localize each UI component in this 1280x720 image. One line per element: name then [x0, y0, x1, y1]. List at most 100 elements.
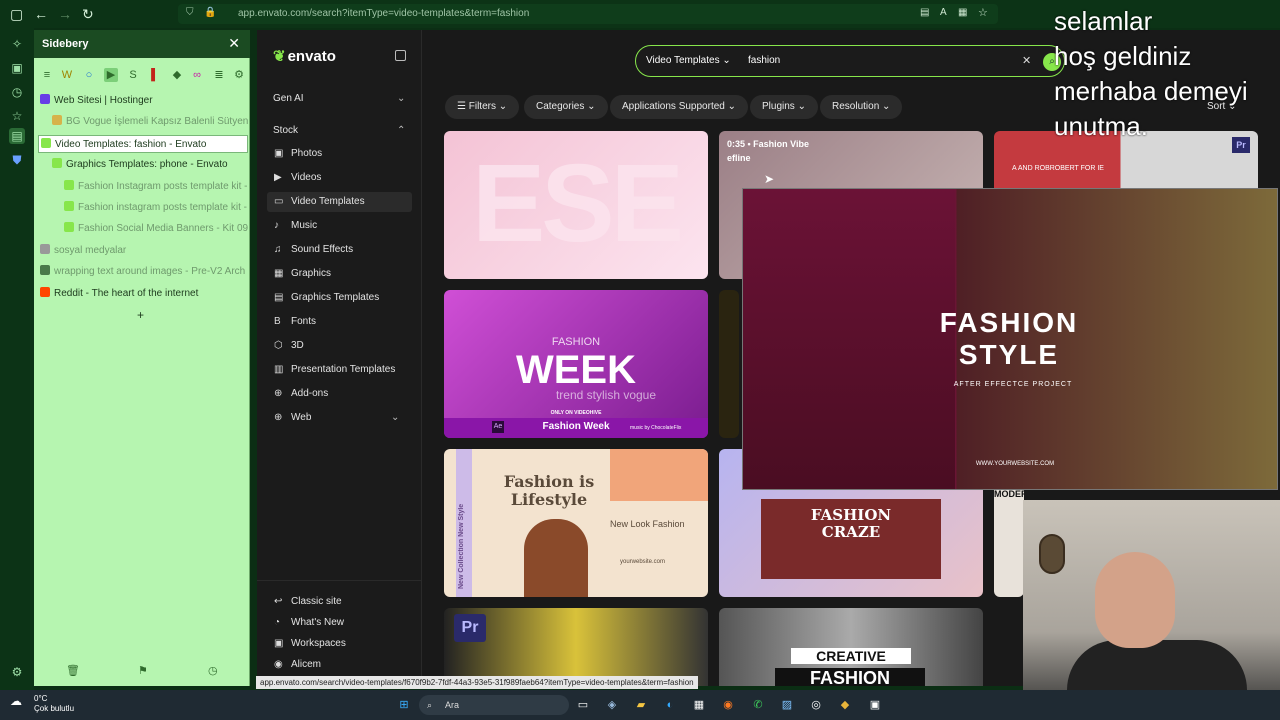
bitwarden-icon[interactable]: ⛊ [9, 152, 25, 168]
webcam-feed [1023, 500, 1280, 720]
resolution-button[interactable]: Resolution ⌄ [820, 95, 903, 119]
plugins-button[interactable]: Plugins ⌄ [750, 95, 818, 119]
nav-item[interactable]: ▣ Photos [267, 144, 412, 164]
task-view-icon[interactable]: ▭ [574, 696, 592, 714]
firefox-icon[interactable]: ◉ [719, 696, 737, 714]
nav-stock[interactable]: Stock ⌃ [273, 125, 405, 136]
nav-bottom-item[interactable]: ◉ Alicem [267, 655, 412, 675]
panel-s-icon[interactable]: S [126, 68, 140, 82]
history-panel-icon[interactable]: ▣ [9, 60, 25, 76]
nav-bottom-item[interactable]: ▣ Workspaces [267, 634, 412, 654]
address-bar[interactable]: ⛉ 🔒 app.envato.com/search?itemType=video… [178, 4, 998, 24]
nav-item[interactable]: ⊕ Web ⌄ [267, 408, 412, 428]
sidebery-tab[interactable]: Video Templates: fashion - Envato [38, 135, 248, 153]
nav-item[interactable]: ▭ Video Templates [267, 192, 412, 212]
store-icon[interactable]: ▦ [690, 696, 708, 714]
nav-item-icon: ⬡ [274, 340, 283, 351]
obs-icon[interactable]: ◎ [807, 696, 825, 714]
template-card-lifestyle[interactable]: New Collection New Style Fashion is Life… [444, 449, 708, 597]
video-hover-preview[interactable]: FASHION STYLE AFTER EFFECTCE PROJECT WWW.… [742, 188, 1278, 490]
template-card-trendy[interactable]: Pr [444, 608, 708, 686]
ai-icon[interactable]: ✧ [9, 36, 25, 52]
photos-icon[interactable]: ▨ [778, 696, 796, 714]
nav-item[interactable]: ▤ Graphics Templates [267, 288, 412, 308]
sidebery-tab-label: Graphics Templates: phone - Envato [66, 159, 228, 170]
edge-icon[interactable]: ◐ [661, 696, 679, 714]
nav-gen-ai[interactable]: Gen AI ⌄ [273, 93, 405, 104]
clear-search-icon[interactable]: ✕ [1022, 54, 1031, 67]
sidebery-tab[interactable]: wrapping text around images - Pre-V2 Arc… [38, 263, 248, 281]
panel-o-icon[interactable]: ○ [82, 68, 96, 82]
whatsapp-icon[interactable]: ✆ [749, 696, 767, 714]
sidebery-header: Sidebery ✕ [34, 30, 250, 58]
nav-item[interactable]: ▦ Graphics [267, 264, 412, 284]
sidebery-tab[interactable]: Graphics Templates: phone - Envato [38, 156, 248, 174]
sidebery-tab-label: Fashion Social Media Banners - Kit 09 - … [78, 223, 248, 234]
bookmark-icon[interactable]: ⚑ [138, 664, 148, 677]
forward-icon[interactable]: → [58, 6, 72, 22]
collapse-sidebar-icon[interactable] [395, 50, 406, 61]
nav-item[interactable]: ⊕ Add-ons [267, 384, 412, 404]
bookmark-star-icon[interactable]: ☆ [978, 6, 988, 19]
extensions-icon[interactable]: ▦ [958, 7, 967, 18]
nav-bottom-item[interactable]: ◔ What's New [267, 613, 412, 633]
sidebery-tab[interactable]: Fashion Instagram posts template kit - 1 [38, 178, 248, 196]
template-card-creative[interactable]: CREATIVE FASHION [719, 608, 983, 686]
sidebery-tab[interactable]: BG Vogue İşlemeli Kapsız Balenli Sütyen … [38, 113, 248, 131]
preview-url: WWW.YOURWEBSITE.COM [975, 461, 1055, 467]
nav-item[interactable]: B Fonts [267, 312, 412, 332]
nav-item[interactable]: ♫ Sound Effects [267, 240, 412, 260]
tabs-panel-icon[interactable]: ≡ [40, 68, 54, 82]
back-icon[interactable]: ← [34, 6, 48, 22]
clock-icon[interactable]: ◷ [9, 84, 25, 100]
categories-button[interactable]: Categories ⌄ [524, 95, 608, 119]
new-tab-button[interactable]: + [137, 308, 144, 322]
search-bar[interactable]: Video Templates ⌄ fashion ✕ ⌕ [635, 45, 1065, 77]
star-icon[interactable]: ☆ [9, 108, 25, 124]
applications-button[interactable]: Applications Supported ⌄ [610, 95, 749, 119]
reload-icon[interactable]: ↻ [82, 6, 94, 22]
sidebery-tab[interactable]: sosyal medyalar [38, 242, 248, 260]
sidebery-tab-label: sosyal medyalar [54, 245, 127, 256]
panel-list-icon[interactable]: ≣ [212, 68, 226, 82]
app-icon[interactable]: ▣ [866, 696, 884, 714]
windows-start-icon[interactable]: ⊞ [395, 696, 413, 714]
template-card-partial[interactable] [719, 290, 739, 438]
copilot-icon[interactable]: ◈ [603, 696, 621, 714]
sidebery-tab[interactable]: Fashion Social Media Banners - Kit 09 - … [38, 220, 248, 238]
history-icon[interactable]: ◷ [208, 664, 218, 677]
panel-game-icon[interactable]: ◆ [170, 68, 184, 82]
trash-icon[interactable]: 🗑 [66, 664, 80, 677]
close-icon[interactable]: ✕ [228, 35, 240, 52]
panel-book-icon[interactable]: ▌ [148, 68, 162, 82]
panel-w-icon[interactable]: W [60, 68, 74, 82]
translate-icon[interactable]: A [940, 7, 947, 18]
panel-glasses-icon[interactable]: ∞ [190, 68, 204, 82]
taskbar-search[interactable]: ⌕ Ara [419, 695, 569, 715]
search-type-select[interactable]: Video Templates ⌄ [646, 55, 731, 66]
template-card-ese[interactable]: ESE [444, 131, 708, 279]
file-explorer-icon[interactable]: ▰ [632, 696, 650, 714]
settings-gear-icon[interactable]: ⚙ [9, 664, 25, 680]
nav-item[interactable]: ⬡ 3D [267, 336, 412, 356]
layers-icon[interactable]: ◆ [836, 696, 854, 714]
template-card-fashion-week[interactable]: FASHION WEEK trend stylish vogue ONLY ON… [444, 290, 708, 438]
card-author[interactable]: efline [727, 153, 751, 163]
sidebery-tab[interactable]: Reddit - The heart of the internet [38, 285, 248, 303]
sidebery-icon[interactable]: ▤ [9, 128, 25, 144]
filters-button[interactable]: ☰ Filters ⌄ [445, 95, 520, 119]
nav-item[interactable]: ▶ Videos [267, 168, 412, 188]
favicon-icon [52, 115, 62, 125]
envato-logo[interactable]: ❦ envato [273, 47, 336, 65]
panel-settings-icon[interactable]: ⚙ [232, 68, 246, 82]
nav-bottom-item[interactable]: ↩ Classic site [267, 592, 412, 612]
search-input[interactable]: fashion [748, 55, 780, 66]
sidebery-tab[interactable]: Web Sitesi | Hostinger [38, 92, 248, 110]
reader-icon[interactable]: ▤ [920, 7, 929, 18]
nav-item[interactable]: ▥ Presentation Templates [267, 360, 412, 380]
nav-item[interactable]: ♪ Music [267, 216, 412, 236]
weather-widget[interactable]: ☁ 0°C Çok bulutlu [10, 694, 74, 714]
panel-play-icon[interactable]: ▶ [104, 68, 118, 82]
sidebery-tab[interactable]: Fashion instagram posts template kit - 0 [38, 199, 248, 217]
sidebar-toggle-icon[interactable]: ▢ [10, 6, 23, 22]
